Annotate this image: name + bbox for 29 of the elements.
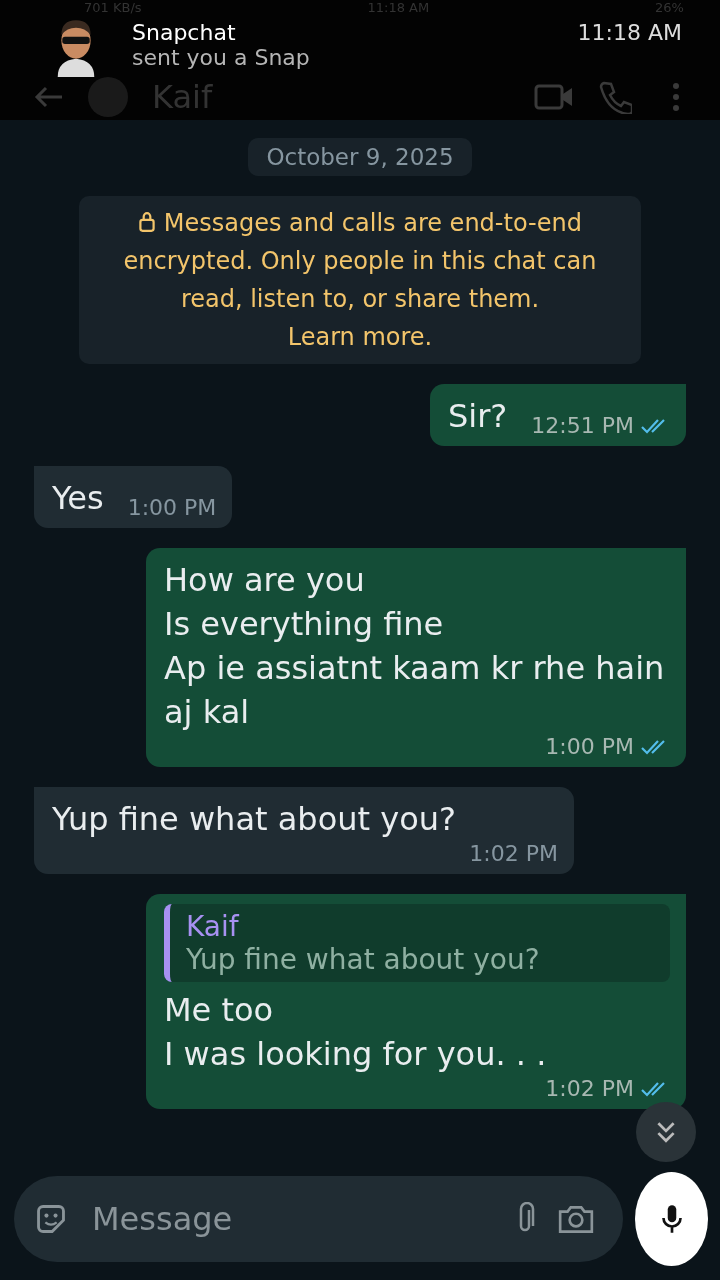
learn-more-link[interactable]: Learn more.: [287, 318, 433, 356]
notification-time: 11:18 AM: [577, 20, 682, 45]
message-time: 1:02 PM: [545, 1076, 634, 1101]
message-text: Yes: [52, 478, 104, 519]
message-text: Yup fine what about you?: [52, 799, 456, 840]
message-time: 1:02 PM: [469, 841, 558, 866]
lock-icon: [138, 211, 157, 233]
notification-app: Snapchat: [132, 20, 237, 45]
quoted-message[interactable]: Kaif Yup fine what about you?: [164, 904, 670, 982]
date-chip: October 9, 2025: [248, 138, 472, 176]
quote-author: Kaif: [186, 910, 240, 943]
message-text: I was looking for you. . .: [164, 1034, 547, 1075]
message-time: 1:00 PM: [545, 734, 634, 759]
message-bar[interactable]: Message: [14, 1176, 623, 1262]
notification-text: sent you a Snap: [132, 45, 311, 70]
quote-text: Yup fine what about you?: [186, 943, 541, 976]
message-text: Me too: [164, 990, 275, 1031]
microphone-icon: [660, 1203, 683, 1235]
message-text: Ap ie assiatnt kaam kr rhe hain aj kal: [164, 648, 666, 733]
message-text: Sir?: [448, 396, 508, 437]
message-time: 12:51 PM: [531, 413, 634, 438]
camera-icon[interactable]: [557, 1203, 595, 1235]
message-time: 1:00 PM: [127, 495, 217, 520]
encryption-text: Messages and calls are end-to-end encrypted. Only people in this chat can read, listen to, or share them.: [122, 208, 598, 315]
message-text: Is everything fine: [164, 604, 445, 645]
double-chevron-down-icon: [655, 1120, 677, 1144]
sticker-icon[interactable]: [34, 1202, 68, 1236]
message-text: How are you: [164, 560, 366, 601]
message-input[interactable]: Message: [90, 1199, 493, 1239]
